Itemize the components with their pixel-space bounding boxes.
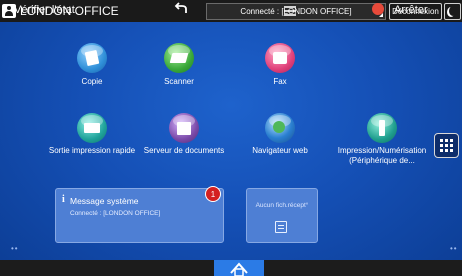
app-scanner[interactable]: Scanner xyxy=(124,43,234,93)
app-web-browser[interactable]: Navigateur web xyxy=(225,113,335,163)
home-screen: LONDON OFFICE Connecté : [LONDON OFFICE]… xyxy=(0,0,462,276)
menu-icon xyxy=(284,6,296,16)
copy-icon xyxy=(77,43,107,73)
received-file-widget[interactable]: Aucun fich.récept° xyxy=(246,188,318,243)
back-arrow-icon xyxy=(174,2,187,13)
app-fax[interactable]: Fax xyxy=(225,43,335,93)
app-label: Fax xyxy=(273,77,287,86)
usb-print-scan-icon xyxy=(367,113,397,143)
check-status-button[interactable]: Vérifier l'état xyxy=(14,0,75,16)
menu-button[interactable] xyxy=(280,0,300,16)
page-indicator-right[interactable]: •• xyxy=(450,244,458,253)
received-file-icon xyxy=(275,221,287,233)
app-label: Impression/Numérisation (Périphérique de… xyxy=(337,146,427,165)
document-server-icon xyxy=(169,113,199,143)
stop-button[interactable]: Arrêter xyxy=(372,0,460,16)
system-message-body: Connecté : [LONDON OFFICE] xyxy=(70,210,161,217)
system-message-title: Message système xyxy=(70,196,139,206)
message-count-badge: 1 xyxy=(205,186,221,202)
scanner-icon xyxy=(164,43,194,73)
stop-label: Arrêter xyxy=(394,4,428,16)
received-file-status: Aucun fich.récept° xyxy=(255,202,309,209)
app-print-scan-memory-device[interactable]: Impression/Numérisation (Périphérique de… xyxy=(327,113,437,165)
stop-icon xyxy=(372,3,384,15)
app-label: Scanner xyxy=(164,77,194,86)
home-icon xyxy=(230,262,248,276)
info-icon: i xyxy=(62,194,65,205)
fax-icon xyxy=(265,43,295,73)
page-indicator-left[interactable]: •• xyxy=(11,244,19,253)
app-label: Navigateur web xyxy=(252,146,308,155)
home-button[interactable] xyxy=(214,260,264,276)
system-message-widget[interactable]: i Message système Connecté : [LONDON OFF… xyxy=(55,188,224,243)
app-list-button[interactable] xyxy=(434,133,459,158)
quick-print-icon xyxy=(77,113,107,143)
app-document-server[interactable]: Serveur de documents xyxy=(129,113,239,163)
back-button[interactable] xyxy=(168,0,194,16)
web-browser-icon xyxy=(265,113,295,143)
